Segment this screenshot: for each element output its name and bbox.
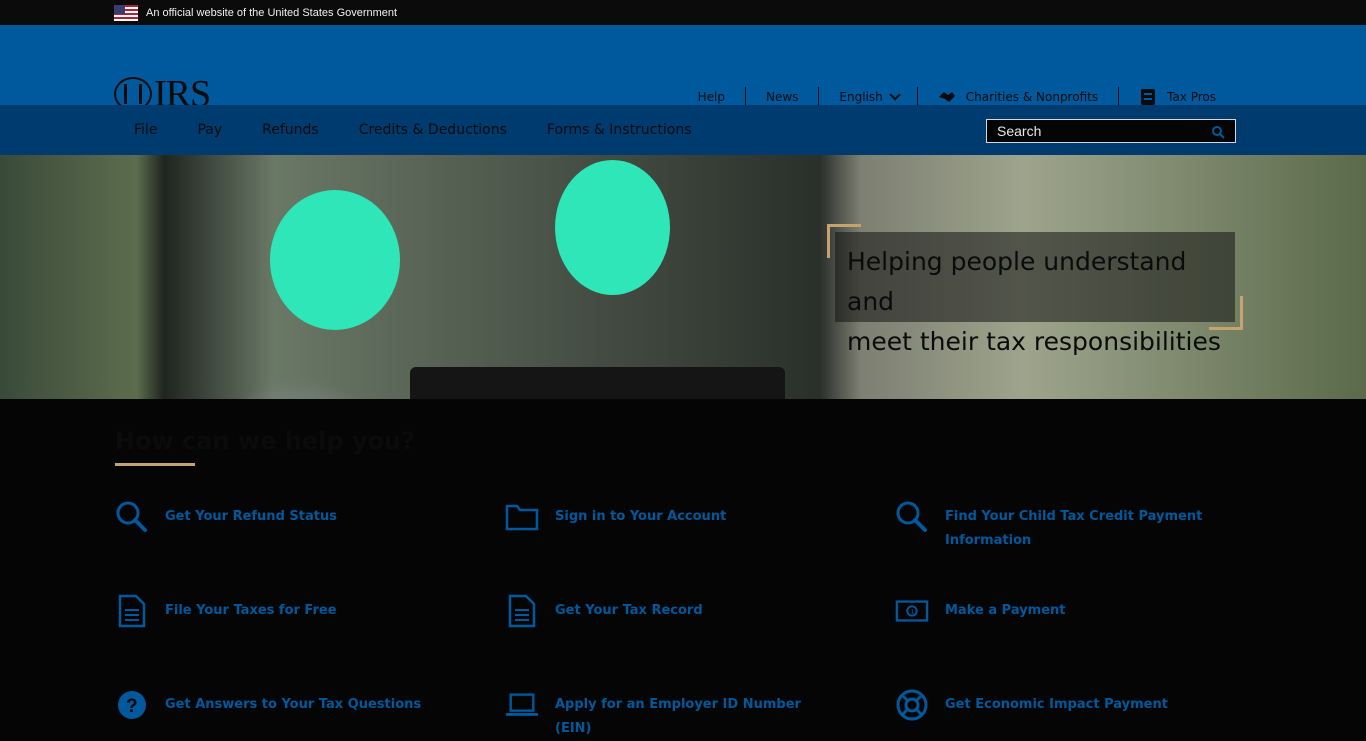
main-nav: File Pay Refunds Credits & Deductions Fo… (0, 105, 1366, 155)
lifebuoy-icon (895, 688, 929, 722)
search-icon (115, 500, 149, 534)
question-icon: ? (115, 688, 149, 722)
util-help-link[interactable]: Help (678, 87, 745, 107)
task-label: Get Economic Impact Payment (945, 697, 1168, 712)
task-label: Get Your Refund Status (165, 509, 337, 524)
task-label: Find Your Child Tax Credit Payment Infor… (945, 509, 1203, 548)
hero-banner: Helping people understand and meet their… (0, 155, 1366, 399)
search-icon (895, 500, 929, 534)
laptop-icon (505, 688, 539, 722)
task-tax-record[interactable]: Get Your Tax Record (505, 594, 825, 628)
gov-banner: An official website of the United States… (0, 0, 1366, 25)
util-help-label: Help (697, 90, 725, 104)
util-charities-label: Charities & Nonprofits (965, 90, 1099, 104)
money-icon: 1 (895, 594, 929, 628)
document-icon (1139, 88, 1157, 106)
nav-file[interactable]: File (114, 105, 177, 155)
svg-text:1: 1 (910, 607, 914, 616)
search-box (986, 119, 1236, 143)
nav-pay[interactable]: Pay (177, 105, 242, 155)
corner-accent (1209, 296, 1243, 330)
hero-line-2: meet their tax responsibilities (847, 327, 1221, 356)
task-label: Get Answers to Your Tax Questions (165, 697, 422, 712)
task-label: Get Your Tax Record (555, 603, 703, 618)
hero-photo-person-1 (270, 190, 400, 330)
handshake-icon (938, 88, 956, 106)
folder-icon (505, 500, 539, 534)
task-make-payment[interactable]: 1 Make a Payment (895, 594, 1215, 628)
svg-text:?: ? (126, 696, 138, 717)
language-label: English (839, 90, 883, 104)
util-news-label: News (765, 90, 799, 104)
nav-forms-instructions[interactable]: Forms & Instructions (527, 105, 712, 155)
task-file-free[interactable]: File Your Taxes for Free (115, 594, 435, 628)
gov-banner-text: An official website of the United States… (146, 6, 398, 19)
help-title: How can we help you? (115, 427, 416, 455)
site-header: IRS Help News English Charities & Nonpro… (0, 25, 1366, 113)
us-flag-icon (114, 4, 138, 21)
util-taxpros-link[interactable]: Tax Pros (1118, 87, 1236, 107)
hero-tagline: Helping people understand and meet their… (827, 224, 1243, 356)
nav-credits-deductions[interactable]: Credits & Deductions (339, 105, 527, 155)
title-underline (115, 463, 195, 466)
task-tax-questions[interactable]: ? Get Answers to Your Tax Questions (115, 688, 435, 722)
language-dropdown[interactable]: English (818, 87, 916, 107)
document-icon (505, 594, 539, 628)
task-label: Apply for an Employer ID Number (EIN) (555, 697, 801, 736)
util-news-link[interactable]: News (744, 87, 818, 107)
task-refund-status[interactable]: Get Your Refund Status (115, 500, 435, 534)
task-label: Make a Payment (945, 603, 1066, 618)
task-label: Sign in to Your Account (555, 509, 727, 524)
search-input[interactable] (997, 123, 1211, 139)
search-icon[interactable] (1211, 124, 1225, 139)
hero-photo-person-2 (555, 160, 670, 295)
task-child-tax-credit[interactable]: Find Your Child Tax Credit Payment Infor… (895, 500, 1215, 553)
task-apply-ein[interactable]: Apply for an Employer ID Number (EIN) (505, 688, 825, 741)
task-label: File Your Taxes for Free (165, 603, 337, 618)
task-sign-in[interactable]: Sign in to Your Account (505, 500, 825, 534)
chevron-down-icon (889, 89, 901, 101)
task-economic-impact[interactable]: Get Economic Impact Payment (895, 688, 1215, 722)
nav-refunds[interactable]: Refunds (242, 105, 339, 155)
hero-photo-laptop (410, 367, 785, 399)
corner-accent (827, 224, 861, 258)
util-taxpros-label: Tax Pros (1167, 90, 1216, 104)
help-section: How can we help you? (0, 399, 1366, 466)
util-charities-link[interactable]: Charities & Nonprofits (916, 87, 1118, 107)
hero-line-1: Helping people understand and (847, 247, 1187, 316)
document-icon (115, 594, 149, 628)
